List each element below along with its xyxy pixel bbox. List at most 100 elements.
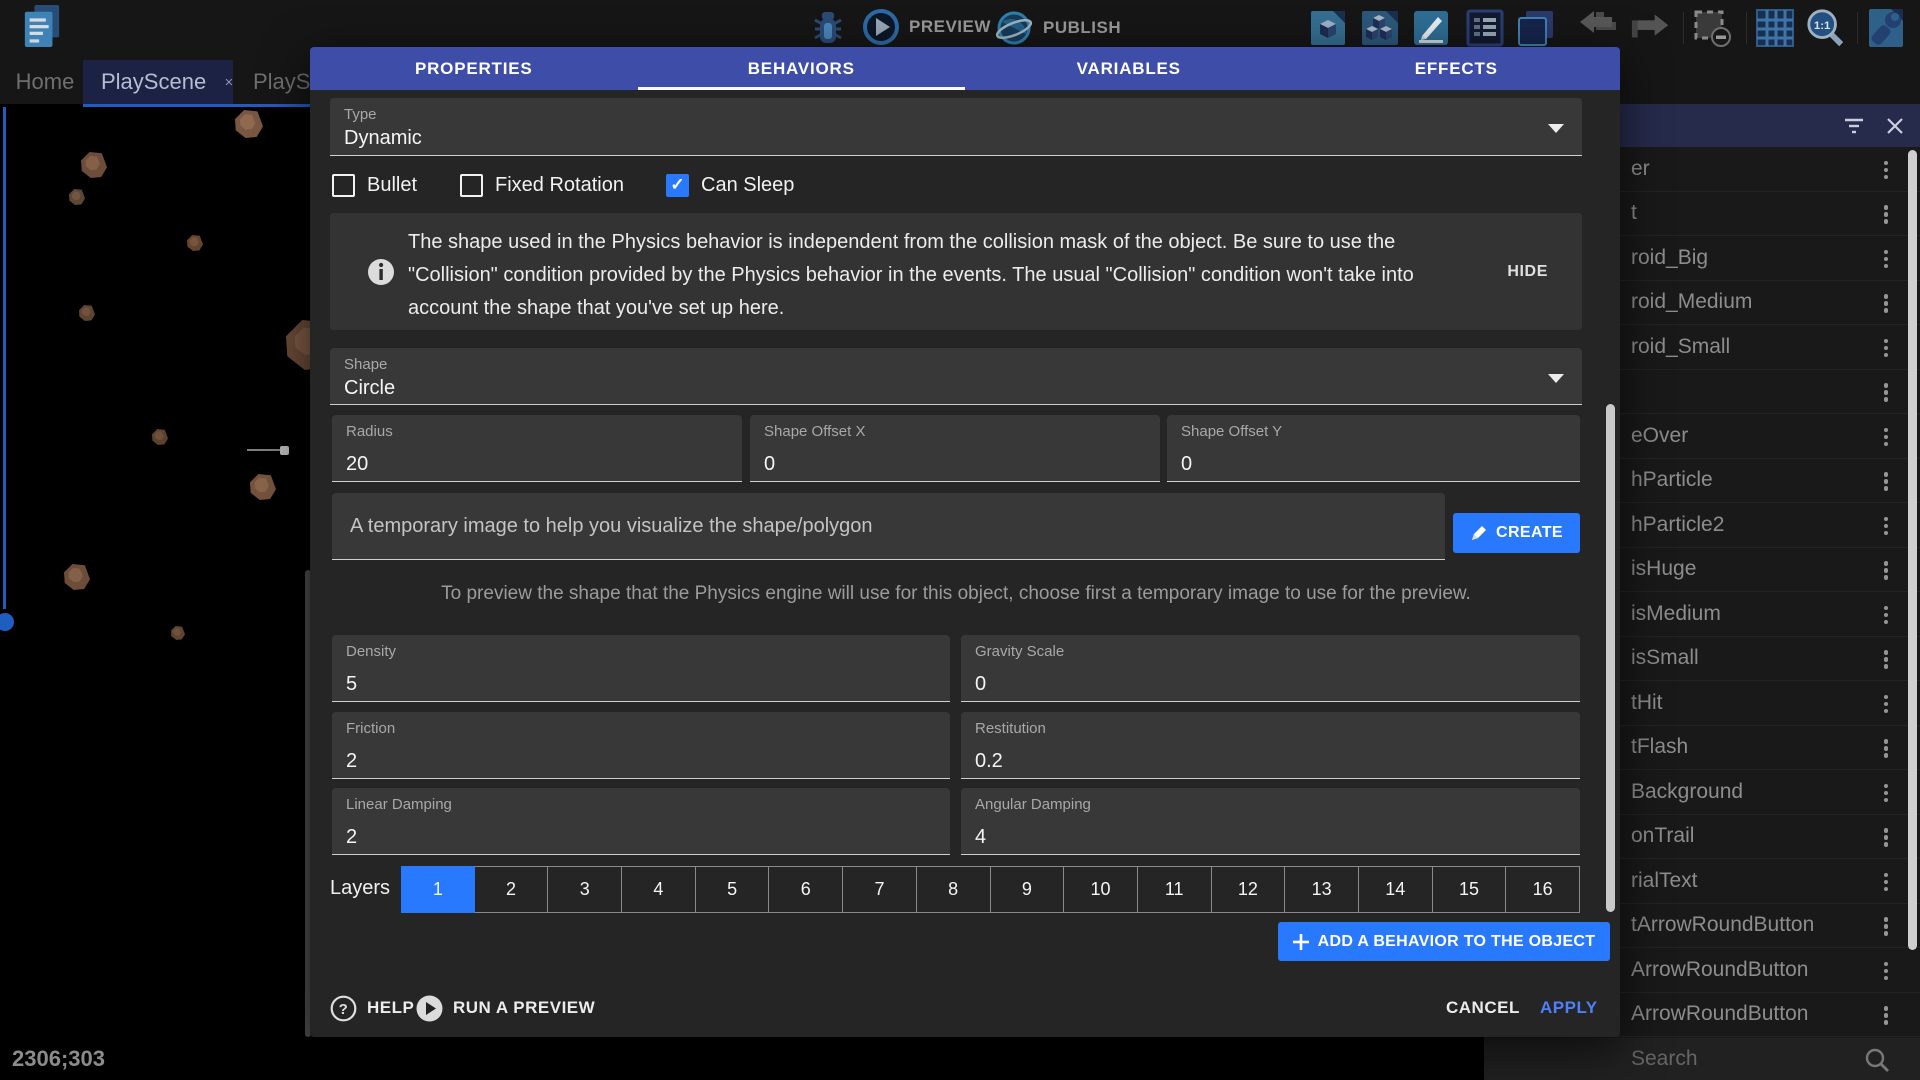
shape-offset-x-field[interactable]: Shape Offset X 0 [750, 415, 1160, 482]
dialog-scrollbar[interactable] [1606, 404, 1615, 912]
object-name: isHuge [1631, 557, 1696, 581]
object-search-input[interactable]: Search [1484, 1038, 1920, 1080]
layer-button[interactable]: 14 [1359, 866, 1433, 913]
kebab-menu-icon[interactable] [1882, 512, 1891, 540]
kebab-menu-icon[interactable] [1882, 423, 1891, 451]
kebab-menu-icon[interactable] [1882, 201, 1891, 229]
kebab-menu-icon[interactable] [1882, 824, 1891, 852]
density-field[interactable]: Density 5 [332, 635, 950, 702]
kebab-menu-icon[interactable] [1882, 690, 1891, 718]
restitution-field[interactable]: Restitution 0.2 [961, 712, 1580, 779]
layer-button[interactable]: 2 [475, 866, 549, 913]
edit-scene-button[interactable] [1411, 8, 1451, 48]
friction-field[interactable]: Friction 2 [332, 712, 950, 779]
layer-button[interactable]: 7 [843, 866, 917, 913]
kebab-menu-icon[interactable] [1882, 468, 1891, 496]
layer-button[interactable]: 3 [548, 866, 622, 913]
close-tab-icon[interactable] [225, 74, 233, 90]
objects-editor-button[interactable] [1308, 8, 1348, 48]
zoom-reset-button[interactable]: 1:1 [1805, 8, 1845, 48]
asteroid-sprite[interactable] [171, 626, 185, 640]
grid-icon [1755, 8, 1795, 48]
kebab-menu-icon[interactable] [1882, 735, 1891, 763]
clear-selection-button[interactable] [1692, 8, 1732, 48]
checkbox-fixed-rotation[interactable]: Fixed Rotation [460, 171, 624, 199]
radius-field[interactable]: Radius 20 [332, 415, 742, 482]
panel-scrollbar[interactable] [1908, 150, 1917, 950]
asteroid-sprite[interactable] [235, 110, 263, 138]
tab-behaviors[interactable]: BEHAVIORS [638, 47, 966, 90]
kebab-menu-icon[interactable] [1882, 913, 1891, 941]
asteroid-sprite[interactable] [187, 235, 203, 251]
create-button[interactable]: CREATE [1453, 513, 1580, 553]
object-groups-button[interactable] [1360, 8, 1400, 48]
layer-button[interactable]: 16 [1506, 866, 1580, 913]
run-preview-button[interactable]: RUN A PREVIEW [416, 994, 595, 1022]
kebab-menu-icon[interactable] [1882, 779, 1891, 807]
angular-damping-field[interactable]: Angular Damping 4 [961, 788, 1580, 855]
undo-button[interactable] [1578, 8, 1618, 48]
cursor-coordinates: 2306;303 [12, 1046, 105, 1072]
redo-button[interactable] [1630, 8, 1670, 48]
tab-playscene2[interactable]: PlayS [253, 60, 313, 104]
shape-offset-y-field[interactable]: Shape Offset Y 0 [1167, 415, 1580, 482]
project-manager-button[interactable] [22, 6, 62, 46]
tab-variables[interactable]: VARIABLES [965, 47, 1293, 90]
add-behavior-button[interactable]: ADD A BEHAVIOR TO THE OBJECT [1278, 922, 1610, 961]
kebab-menu-icon[interactable] [1882, 646, 1891, 674]
asteroid-sprite[interactable] [64, 564, 90, 590]
kebab-menu-icon[interactable] [1882, 379, 1891, 407]
scene-properties-button[interactable] [1866, 8, 1906, 48]
checkbox-can-sleep[interactable]: Can Sleep [666, 171, 794, 199]
instances-list-button[interactable] [1465, 8, 1505, 48]
kebab-menu-icon[interactable] [1882, 868, 1891, 896]
layers-editor-button[interactable] [1516, 8, 1556, 48]
layer-button[interactable]: 13 [1285, 866, 1359, 913]
dialog-tabs: PROPERTIES BEHAVIORS VARIABLES EFFECTS [310, 47, 1620, 90]
tab-playscene[interactable]: PlayScene [83, 60, 233, 104]
layer-button[interactable]: 15 [1433, 866, 1507, 913]
kebab-menu-icon[interactable] [1882, 601, 1891, 629]
tab-home[interactable]: Home [8, 60, 82, 104]
temp-image-input[interactable]: A temporary image to help you visualize … [332, 493, 1445, 560]
kebab-menu-icon[interactable] [1882, 1002, 1891, 1030]
help-button[interactable]: ? HELP [330, 994, 414, 1022]
type-select[interactable]: Type Dynamic [330, 98, 1582, 156]
checkbox-bullet[interactable]: Bullet [332, 171, 417, 199]
layer-button[interactable]: 11 [1138, 866, 1212, 913]
debug-button[interactable] [808, 8, 848, 48]
close-panel-icon[interactable] [1886, 117, 1904, 135]
linear-damping-field[interactable]: Linear Damping 2 [332, 788, 950, 855]
preview-button[interactable]: PREVIEW [862, 8, 991, 46]
publish-button[interactable]: PUBLISH [994, 8, 1121, 48]
layer-button[interactable]: 5 [696, 866, 770, 913]
kebab-menu-icon[interactable] [1882, 334, 1891, 362]
asteroid-sprite[interactable] [79, 305, 95, 321]
layer-button[interactable]: 6 [769, 866, 843, 913]
layer-button[interactable]: 9 [991, 866, 1065, 913]
layer-button[interactable]: 10 [1064, 866, 1138, 913]
filter-icon[interactable] [1843, 117, 1865, 135]
kebab-menu-icon[interactable] [1882, 957, 1891, 985]
tab-properties[interactable]: PROPERTIES [310, 47, 638, 90]
tab-effects[interactable]: EFFECTS [1293, 47, 1621, 90]
layer-button[interactable]: 12 [1212, 866, 1286, 913]
toggle-grid-button[interactable] [1755, 8, 1795, 48]
kebab-menu-icon[interactable] [1882, 290, 1891, 318]
asteroid-sprite[interactable] [152, 429, 168, 445]
layer-button[interactable]: 8 [917, 866, 991, 913]
apply-button[interactable]: APPLY [1540, 994, 1598, 1022]
asteroid-sprite[interactable] [69, 189, 85, 205]
gravity-scale-field[interactable]: Gravity Scale 0 [961, 635, 1580, 702]
layer-button[interactable]: 4 [622, 866, 696, 913]
layer-button[interactable]: 1 [401, 866, 475, 913]
kebab-menu-icon[interactable] [1882, 245, 1891, 273]
kebab-menu-icon[interactable] [1882, 156, 1891, 184]
kebab-menu-icon[interactable] [1882, 557, 1891, 585]
drag-handle[interactable] [280, 446, 289, 455]
hide-button[interactable]: HIDE [1507, 263, 1548, 281]
asteroid-sprite[interactable] [250, 474, 276, 500]
cancel-button[interactable]: CANCEL [1446, 994, 1520, 1022]
asteroid-sprite[interactable] [81, 152, 107, 178]
shape-select[interactable]: Shape Circle [330, 348, 1582, 405]
